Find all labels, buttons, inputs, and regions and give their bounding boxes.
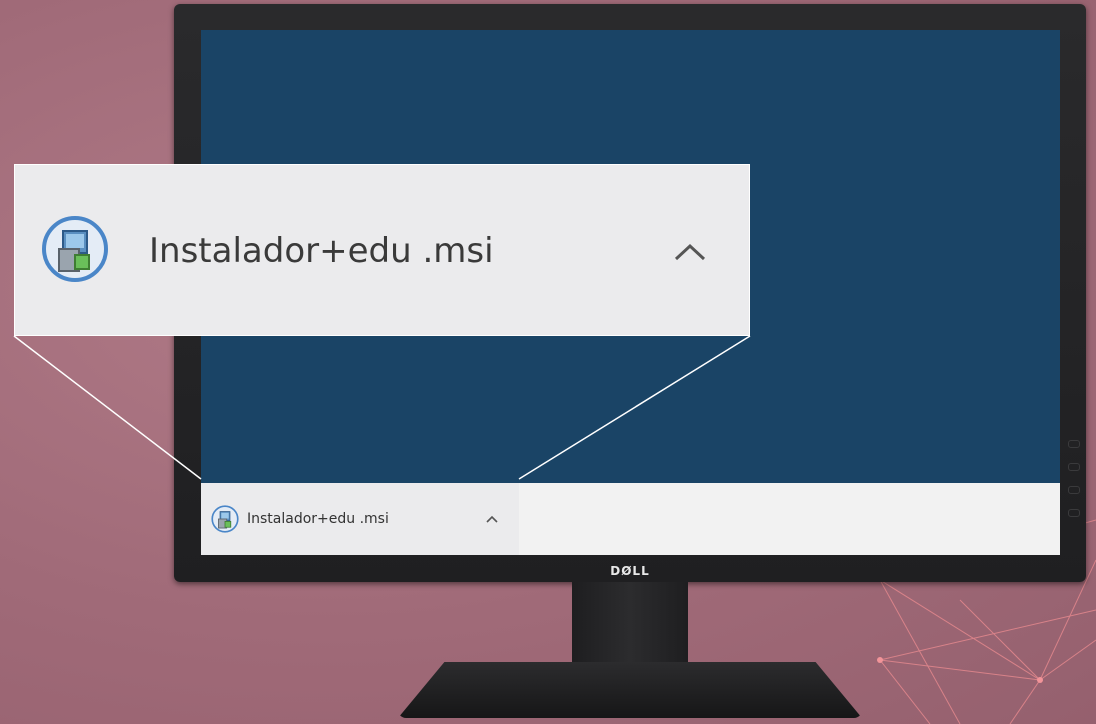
msi-installer-icon (211, 505, 239, 533)
chevron-up-icon (674, 243, 706, 261)
monitor-side-buttons (1068, 440, 1080, 550)
monitor-stand-base (398, 662, 862, 718)
chevron-up-icon[interactable] (484, 511, 500, 527)
msi-installer-icon (42, 216, 108, 282)
download-item[interactable]: Instalador+edu .msi (201, 483, 519, 555)
callout-filename: Instalador+edu .msi (149, 231, 494, 271)
monitor-brand-logo: DØLL (610, 564, 650, 578)
download-filename: Instalador+edu .msi (247, 511, 389, 527)
zoomed-download-callout: Instalador+edu .msi (14, 164, 750, 336)
download-bar: Instalador+edu .msi (201, 483, 1060, 555)
